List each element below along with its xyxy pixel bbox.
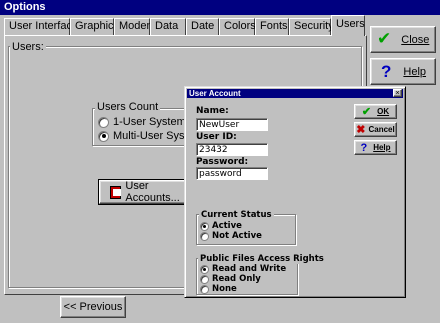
tab-date[interactable]: Date: [186, 18, 219, 35]
previous-button[interactable]: << Previous: [60, 296, 126, 318]
question-icon: ?: [381, 62, 392, 81]
tab-label: Fonts: [260, 20, 288, 32]
dialog-titlebar: User Account: [187, 89, 403, 98]
window-titlebar: Options: [0, 0, 440, 15]
tab-label: Data: [155, 20, 179, 32]
tab-label: Security: [294, 20, 334, 32]
users-count-title: Users Count: [95, 101, 161, 113]
help-label: Help: [403, 65, 427, 78]
tab-fonts[interactable]: Fonts: [255, 18, 289, 35]
tab-colors[interactable]: Colors: [219, 18, 256, 35]
dialog-cancel-button[interactable]: ✖ Cancel: [354, 122, 397, 137]
tab-label: Colors: [224, 20, 256, 32]
radio-circle: [98, 116, 109, 128]
radio-1-user[interactable]: 1-User System: [98, 116, 186, 128]
tab-user-interface[interactable]: User Interface: [4, 18, 78, 35]
window-title: Options: [4, 1, 46, 13]
password-label: Password:: [196, 157, 249, 167]
check-icon: ✔: [377, 29, 392, 49]
help-button[interactable]: ? Help: [370, 58, 436, 85]
radio-circle: [98, 130, 109, 142]
name-field[interactable]: NewUser: [196, 118, 268, 131]
close-icon: ×: [395, 89, 400, 97]
radio-active[interactable]: Active: [200, 221, 242, 231]
status-title: Current Status: [199, 210, 274, 220]
password-field[interactable]: password: [196, 167, 268, 180]
tab-label: Graphics: [75, 20, 120, 32]
radio-dot: [203, 224, 206, 228]
tab-users[interactable]: Users: [331, 15, 365, 36]
cancel-label: Cancel: [368, 125, 395, 134]
radio-circle: [200, 264, 209, 274]
radio-circle: [200, 231, 209, 241]
users-group-label: Users:: [10, 41, 46, 53]
tab-label: Users: [336, 18, 365, 30]
dialog-title: User Account: [189, 89, 241, 98]
userid-field[interactable]: 23432: [196, 143, 268, 156]
tab-security[interactable]: Security: [289, 18, 334, 35]
radio-circle: [200, 284, 209, 294]
dialog-ok-button[interactable]: ✔ OK: [354, 104, 397, 119]
access-title: Public Files Access Rights: [198, 254, 326, 264]
check-icon: ✔: [361, 106, 372, 118]
radio-dot: [101, 134, 106, 138]
tab-graphics[interactable]: Graphics: [70, 18, 119, 35]
radio-label: 1-User System: [113, 116, 186, 128]
help-label: Help: [373, 143, 391, 152]
ok-label: OK: [377, 107, 390, 116]
radio-read-only[interactable]: Read Only: [200, 274, 261, 284]
question-icon: ?: [360, 141, 368, 154]
user-accounts-label: User Accounts...: [125, 180, 180, 204]
dialog-close-button[interactable]: ×: [393, 89, 402, 97]
radio-label: Read and Write: [212, 264, 287, 274]
userid-label: User ID:: [196, 132, 237, 142]
radio-read-write[interactable]: Read and Write: [200, 264, 286, 274]
users-icon: [110, 185, 122, 199]
dialog-help-button[interactable]: ? Help: [354, 140, 397, 155]
radio-dot: [203, 267, 206, 271]
radio-not-active[interactable]: Not Active: [200, 231, 262, 241]
user-account-dialog: User Account × Name: NewUser User ID: 23…: [184, 86, 406, 298]
name-label: Name:: [196, 106, 229, 116]
user-accounts-button[interactable]: User Accounts...: [98, 179, 190, 205]
previous-label: << Previous: [63, 301, 123, 313]
radio-label: Not Active: [212, 231, 262, 241]
close-label: Close: [401, 33, 430, 46]
radio-none[interactable]: None: [200, 284, 237, 294]
radio-label: Read Only: [212, 274, 261, 284]
tab-modem[interactable]: Modem: [114, 18, 156, 35]
tab-label: Date: [191, 20, 215, 32]
tab-label: User Interface: [9, 20, 79, 32]
close-button[interactable]: ✔ Close: [370, 26, 436, 53]
radio-circle: [200, 274, 209, 284]
x-icon: ✖: [356, 124, 366, 136]
radio-circle: [200, 221, 209, 231]
radio-label: None: [212, 284, 237, 294]
radio-label: Active: [212, 221, 242, 231]
tab-data[interactable]: Data: [150, 18, 186, 35]
